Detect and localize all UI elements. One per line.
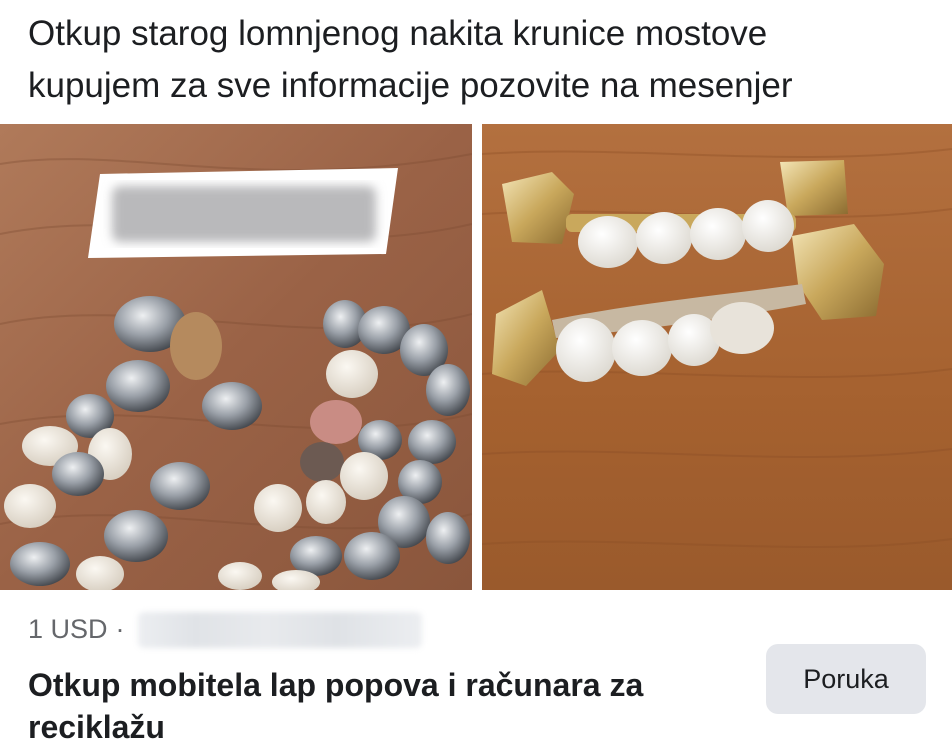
price-separator: · bbox=[115, 613, 125, 644]
message-button[interactable]: Poruka bbox=[766, 644, 926, 714]
dental-crowns-photo[interactable] bbox=[0, 124, 472, 590]
marketplace-listing[interactable]: 1 USD · Otkup mobitela lap popova i raču… bbox=[0, 590, 952, 755]
post-text-line-2: kupujem za sve informacije pozovite na m… bbox=[28, 66, 793, 105]
price-line: 1 USD · bbox=[28, 612, 135, 646]
photo-gallery bbox=[0, 124, 952, 590]
dental-bridges-image bbox=[482, 124, 952, 590]
post-text-line-1: Otkup starog lomnjenog nakita krunice mo… bbox=[28, 14, 768, 53]
dental-bridges-photo[interactable] bbox=[482, 124, 952, 590]
redacted-location bbox=[138, 612, 422, 648]
dental-crowns-image bbox=[0, 124, 472, 590]
post-text: Otkup starog lomnjenog nakita krunice mo… bbox=[28, 8, 928, 112]
listing-title[interactable]: Otkup mobitela lap popova i računara za … bbox=[28, 664, 728, 748]
listing-price: 1 USD bbox=[28, 613, 108, 644]
